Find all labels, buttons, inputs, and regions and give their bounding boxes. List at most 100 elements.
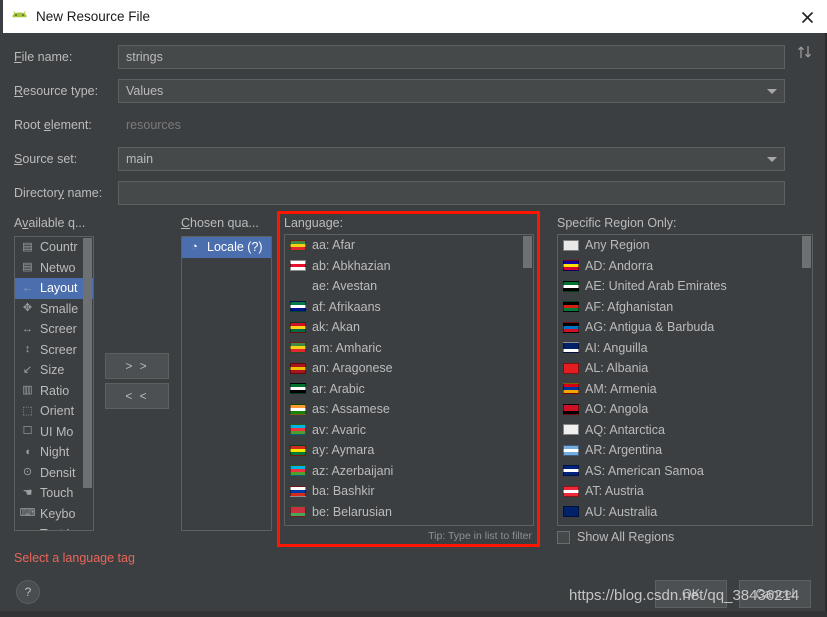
list-item-label: Size — [40, 363, 65, 377]
ratio-icon: ▥ — [22, 384, 33, 397]
watermark-text: https://blog.csdn.net/qq_38436214 — [569, 587, 800, 604]
screen-height-icon: ↕ — [24, 343, 31, 356]
flag-at-icon — [563, 485, 579, 497]
language-list-item[interactable]: an: Aragonese — [285, 358, 533, 379]
list-item-label: ak: Akan — [312, 320, 360, 334]
region-items: Any Region AD: Andorra AE: United Arab Emi… — [558, 235, 812, 522]
region-list-item[interactable]: AO: Angola — [558, 399, 812, 420]
available-qualifier-item[interactable]: ▭ Text Ir — [15, 524, 93, 530]
region-list-item[interactable]: Any Region — [558, 235, 812, 256]
region-list-item[interactable]: AU: Australia — [558, 502, 812, 523]
available-qualifier-item[interactable]: ⊙ Densit — [15, 463, 93, 484]
chosen-qualifiers-list[interactable]: ◔ Locale (?) — [181, 236, 272, 531]
region-list-item[interactable]: AF: Afghanistan — [558, 297, 812, 318]
region-list-item[interactable]: AG: Antigua & Barbuda — [558, 317, 812, 338]
language-list-item[interactable]: ar: Arabic — [285, 379, 533, 400]
add-qualifier-button[interactable]: > > — [105, 353, 169, 379]
help-button[interactable]: ? — [16, 580, 40, 604]
available-qualifier-item[interactable]: ↕ Screer — [15, 340, 93, 361]
language-list-item[interactable]: as: Assamese — [285, 399, 533, 420]
language-list-item[interactable]: ay: Aymara — [285, 440, 533, 461]
scrollbar-thumb[interactable] — [83, 238, 92, 488]
language-list-item[interactable]: aa: Afar — [285, 235, 533, 256]
language-list[interactable]: aa: Afar ab: Abkhazian ae: Avestan af: Afri… — [284, 234, 534, 526]
available-qualifier-item[interactable]: ⬚ Orient — [15, 401, 93, 422]
flag-ag-icon — [563, 321, 579, 333]
region-list-item[interactable]: AR: Argentina — [558, 440, 812, 461]
region-list-item[interactable]: AT: Austria — [558, 481, 812, 502]
region-list[interactable]: Any Region AD: Andorra AE: United Arab Emi… — [557, 234, 813, 526]
smallest-width-icon: ✥ — [22, 302, 33, 315]
region-list-item[interactable]: AE: United Arab Emirates — [558, 276, 812, 297]
language-list-item[interactable]: am: Amharic — [285, 338, 533, 359]
list-item-label: ae: Avestan — [312, 279, 378, 293]
file-name-input[interactable]: strings — [118, 45, 785, 69]
resource-type-value: Values — [126, 84, 164, 98]
available-qualifier-item[interactable]: ▤ Netwo — [15, 258, 93, 279]
language-list-item[interactable]: af: Afrikaans — [285, 297, 533, 318]
flag-ru-icon — [290, 485, 306, 497]
region-list-scrollbar[interactable] — [802, 236, 811, 525]
chosen-qualifier-item[interactable]: ◔ Locale (?) — [182, 237, 271, 258]
list-item-label: ba: Bashkir — [312, 484, 375, 498]
language-list-item[interactable]: ba: Bashkir — [285, 481, 533, 502]
source-set-combo[interactable]: main — [118, 147, 785, 171]
available-qualifier-item[interactable]: ☚ Touch — [15, 483, 93, 504]
language-list-item[interactable]: ae: Avestan — [285, 276, 533, 297]
available-qualifier-item[interactable]: ▥ Ratio — [15, 381, 93, 402]
language-list-item[interactable]: ak: Akan — [285, 317, 533, 338]
region-list-item[interactable]: AM: Armenia — [558, 379, 812, 400]
available-qualifier-item[interactable]: ↔ Screer — [15, 319, 93, 340]
list-item-label: Ratio — [40, 383, 70, 398]
show-all-regions-checkbox[interactable]: Show All Regions — [557, 530, 674, 544]
language-list-item[interactable]: av: Avaric — [285, 420, 533, 441]
available-qualifier-item[interactable]: ☐ UI Mo — [15, 422, 93, 443]
available-qualifiers-list[interactable]: ▤ Countr ▤ Netwo ← Layout ✥ Smalle ↔ Screer ↕ Scree… — [14, 236, 94, 531]
chevron-down-icon — [767, 157, 777, 162]
available-qualifier-item[interactable]: ← Layout — [15, 278, 93, 299]
text-input-icon: ▭ — [20, 527, 35, 530]
flag-am-icon — [563, 383, 579, 395]
globe-icon: ◔ — [191, 240, 198, 253]
list-item-label: AE: United Arab Emirates — [585, 279, 727, 293]
close-icon[interactable] — [796, 6, 818, 28]
list-item-label: Screer — [40, 322, 77, 336]
remove-qualifier-button[interactable]: < < — [105, 383, 169, 409]
flag-ae-icon — [563, 280, 579, 292]
region-list-item[interactable]: AQ: Antarctica — [558, 420, 812, 441]
region-list-item[interactable]: AS: American Samoa — [558, 461, 812, 482]
sort-updown-icon[interactable] — [795, 44, 817, 64]
list-item-label: Netwo — [40, 260, 76, 275]
available-qualifier-item[interactable]: ✥ Smalle — [15, 299, 93, 320]
scrollbar-thumb[interactable] — [802, 236, 811, 268]
list-item-label: AS: American Samoa — [585, 463, 704, 478]
region-list-item[interactable]: AI: Anguilla — [558, 338, 812, 359]
available-qualifier-item[interactable]: ⌨ Keybo — [15, 504, 93, 525]
language-list-item[interactable]: az: Azerbaijani — [285, 461, 533, 482]
region-list-item[interactable]: AL: Albania — [558, 358, 812, 379]
flag-ae-icon — [290, 383, 306, 395]
root-element-row: Root element: resources — [0, 113, 827, 137]
region-list-item[interactable]: AD: Andorra — [558, 256, 812, 277]
titlebar-left-strip — [0, 0, 3, 33]
list-item-label: Touch — [40, 486, 74, 500]
language-list-scrollbar[interactable] — [523, 236, 532, 525]
language-label: Language: — [284, 216, 344, 230]
scrollbar-thumb[interactable] — [523, 236, 532, 268]
flag-ao-icon — [563, 403, 579, 415]
list-item-label: be: Belarusian — [312, 504, 392, 519]
list-item-label: AT: Austria — [585, 484, 644, 498]
available-qualifier-item[interactable]: ↙ Size — [15, 360, 93, 381]
flag-al-icon — [563, 362, 579, 374]
directory-name-input[interactable] — [118, 181, 785, 205]
language-list-item[interactable]: ab: Abkhazian — [285, 256, 533, 277]
available-qualifier-item[interactable]: ▤ Countr — [15, 237, 93, 258]
list-item-label: AF: Afghanistan — [585, 299, 674, 314]
language-list-item[interactable]: be: Belarusian — [285, 502, 533, 523]
list-item-label: Any Region — [585, 238, 650, 252]
available-list-scrollbar[interactable] — [83, 238, 92, 530]
available-qualifier-item[interactable]: ◖ Night — [15, 442, 93, 463]
file-name-row: File name: strings — [0, 45, 827, 69]
resource-type-combo[interactable]: Values — [118, 79, 785, 103]
window-title: New Resource File — [36, 9, 151, 24]
